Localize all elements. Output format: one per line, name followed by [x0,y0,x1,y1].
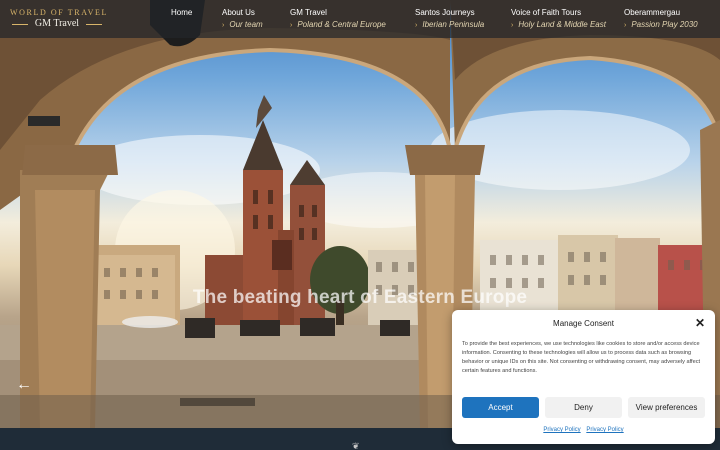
chevron-right-icon: › [290,22,293,29]
nav-sub-poland[interactable]: › Poland & Central Europe [290,20,386,29]
nav-sub-our-team[interactable]: › Our team [222,20,263,29]
nav-item-home[interactable]: Home [171,8,192,17]
hero-title: The beating heart of Eastern Europe [192,287,528,308]
chevron-right-icon: › [624,22,627,29]
nav-sub-iberian[interactable]: › Iberian Peninsula [415,20,484,29]
nav-sub-holy-land[interactable]: › Holy Land & Middle East [511,20,606,29]
deny-button[interactable]: Deny [545,397,622,418]
logo-line2: GM Travel [10,18,104,29]
top-navigation: WORLD OF TRAVEL GM Travel Home About Us … [0,0,720,38]
chevron-right-icon: › [222,22,225,29]
nav-item-voice-of-faith[interactable]: Voice of Faith Tours [511,8,581,17]
view-preferences-button[interactable]: View preferences [628,397,705,418]
site-logo[interactable]: WORLD OF TRAVEL GM Travel [10,8,108,29]
privacy-policy-link-2[interactable]: Privacy Policy [586,427,623,433]
logo-line1: WORLD OF TRAVEL [10,8,108,17]
nav-item-santos-journeys[interactable]: Santos Journeys [415,8,475,17]
consent-title: Manage Consent [553,319,614,328]
chevron-right-icon: › [511,22,514,29]
cookie-consent-dialog: Manage Consent ✕ To provide the best exp… [452,310,715,444]
consent-description: To provide the best experiences, we use … [462,341,701,374]
consent-links: Privacy Policy Privacy Policy [452,427,715,433]
chevron-right-icon: › [415,22,418,29]
slider-prev-icon[interactable]: ← [16,377,32,393]
nav-sub-passion-play[interactable]: › Passion Play 2030 [624,20,698,29]
nav-item-about-us[interactable]: About Us [222,8,255,17]
privacy-policy-link[interactable]: Privacy Policy [543,427,580,433]
footer-emblem-icon: ❦ [352,441,360,450]
nav-item-gm-travel[interactable]: GM Travel [290,8,327,17]
nav-item-oberammergau[interactable]: Oberammergau [624,8,680,17]
close-icon[interactable]: ✕ [695,317,705,329]
accept-button[interactable]: Accept [462,397,539,418]
